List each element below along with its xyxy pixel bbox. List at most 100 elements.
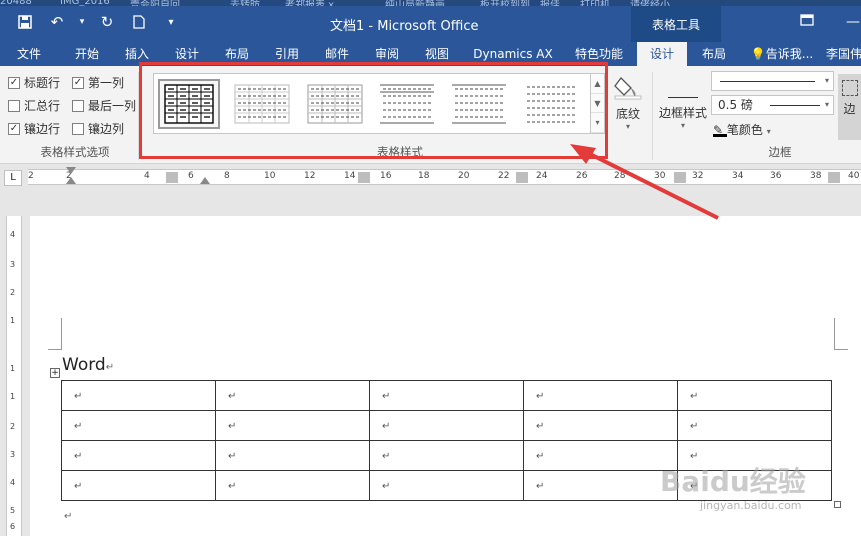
undo-icon[interactable]: ↶ <box>46 11 68 33</box>
tell-me-box[interactable]: 💡告诉我... <box>748 42 816 66</box>
tab-home[interactable]: 开始 <box>64 42 110 66</box>
table-cell[interactable]: ↵ <box>523 440 678 471</box>
banded-columns-check[interactable] <box>72 122 84 135</box>
table-style-plain-lines-2[interactable] <box>448 79 510 129</box>
crop-mark-right <box>834 318 848 350</box>
table-style-light-grid[interactable] <box>231 79 293 129</box>
save-icon[interactable] <box>14 11 36 33</box>
table-style-plain-lines[interactable] <box>376 79 438 129</box>
table-style-grid[interactable] <box>158 79 220 129</box>
table-cell[interactable]: ↵ <box>61 440 216 471</box>
tab-selector[interactable]: L <box>4 170 22 186</box>
ruler-tick-label: 1 <box>10 364 16 373</box>
ruler-tick-label: 4 <box>10 230 16 239</box>
table-cell[interactable]: ↵ <box>215 440 370 471</box>
table-cell[interactable]: ↵ <box>523 410 678 441</box>
shading-button[interactable]: 底纹 ▾ <box>611 72 645 136</box>
tab-table-design[interactable]: 设计 <box>637 42 687 66</box>
total-row-check[interactable] <box>8 99 20 112</box>
group-divider <box>652 72 653 160</box>
last-column-checkbox[interactable]: 最后一列 <box>72 97 136 114</box>
banded-columns-checkbox[interactable]: 镶边列 <box>72 120 124 137</box>
ruler-tick-label: 18 <box>418 171 430 181</box>
borders-group-label: 边框 <box>768 145 792 159</box>
ruler-tick-label: 30 <box>654 171 666 181</box>
table-styles-gallery[interactable]: ▲ ▼ ▾ <box>153 73 605 134</box>
first-column-checkbox[interactable]: ✓ 第一列 <box>72 74 124 91</box>
border-styles-dropdown-icon[interactable]: ▾ <box>656 121 710 130</box>
horizontal-ruler[interactable]: 2 2 4 6 8 10 12 14 16 18 20 22 24 26 28 30 32 34 36 38 40 <box>28 169 861 185</box>
ruler-tick-label: 4 <box>144 171 150 181</box>
scroll-down-icon[interactable]: ▼ <box>591 94 604 114</box>
hanging-indent-marker[interactable] <box>66 177 76 184</box>
header-row-checkbox[interactable]: ✓ 标题行 <box>8 74 60 91</box>
gallery-scrollbar[interactable]: ▲ ▼ ▾ <box>590 74 604 133</box>
total-row-checkbox[interactable]: 汇总行 <box>8 97 60 114</box>
ruler-area: L 2 2 4 6 8 10 12 14 16 18 20 22 24 26 28 30 32 34 36 38 40 <box>0 164 861 190</box>
minimize-icon[interactable]: — <box>846 14 860 30</box>
table-row: ↵ ↵ ↵ ↵ ↵ <box>61 410 832 441</box>
right-indent-marker[interactable] <box>200 177 210 184</box>
table-cell[interactable]: ↵ <box>523 470 678 501</box>
ribbon-display-options-icon[interactable] <box>800 14 814 30</box>
table-cell[interactable]: ↵ <box>61 410 216 441</box>
table-style-no-border[interactable] <box>520 79 582 129</box>
ruler-tick-label: 4 <box>10 478 16 487</box>
line-weight-dropdown[interactable]: 0.5 磅 ▾ <box>711 95 834 115</box>
table-cell[interactable]: ↵ <box>677 380 832 411</box>
banded-rows-check[interactable]: ✓ <box>8 122 20 135</box>
vertical-ruler[interactable]: 4 3 2 1 1 1 2 3 4 5 6 <box>6 216 22 536</box>
taskbar-label: 报佳 <box>540 0 560 6</box>
table-cell[interactable]: ↵ <box>677 410 832 441</box>
shading-dropdown-icon[interactable]: ▾ <box>611 122 645 131</box>
user-name[interactable]: 李国伟 <box>822 42 861 66</box>
line-style-dropdown[interactable]: ▾ <box>711 71 834 91</box>
ruler-tick-label: 2 <box>28 171 34 181</box>
ruler-tick-label: 36 <box>770 171 782 181</box>
new-document-icon[interactable] <box>128 11 150 33</box>
table-cell[interactable]: ↵ <box>369 440 524 471</box>
table-resize-handle-icon[interactable] <box>834 501 841 508</box>
redo-icon[interactable]: ↻ <box>96 11 118 33</box>
table-cell[interactable]: ↵ <box>215 380 370 411</box>
table-cell[interactable]: ↵ <box>369 470 524 501</box>
table-cell[interactable]: ↵ <box>369 410 524 441</box>
last-column-check[interactable] <box>72 99 84 112</box>
table-row: ↵ ↵ ↵ ↵ ↵ <box>61 380 832 411</box>
ruler-tick-label: 5 <box>10 506 16 515</box>
border-styles-button[interactable]: 边框样式 ▾ <box>656 78 710 130</box>
ruler-tick-label: 12 <box>304 171 316 181</box>
ruler-tick-label: 32 <box>692 171 704 181</box>
table-move-handle-icon[interactable]: + <box>50 368 60 378</box>
tab-table-layout[interactable]: 布局 <box>690 42 738 66</box>
table-tools-label: 表格工具 <box>631 6 721 42</box>
taskbar-strip: 20488 IMG_2016 壹会阳自回 去转昉 老郑报表.x 纯山局新静画 板开校到到 报佳… <box>0 0 861 6</box>
header-row-check[interactable]: ✓ <box>8 76 20 89</box>
customize-qat-icon[interactable]: ▾ <box>160 11 182 33</box>
crop-mark-left <box>48 318 62 350</box>
gallery-more-icon[interactable]: ▾ <box>591 113 604 133</box>
first-line-indent-marker[interactable] <box>66 167 76 174</box>
banded-rows-checkbox[interactable]: ✓ 镶边行 <box>8 120 60 137</box>
table-cell[interactable]: ↵ <box>61 380 216 411</box>
style-options-group-label: 表格样式选项 <box>40 145 110 159</box>
ruler-tick-label: 14 <box>344 171 356 181</box>
table-style-light-grid-2[interactable] <box>304 79 366 129</box>
ruler-tick-label: 34 <box>732 171 744 181</box>
pen-color-swatch <box>713 134 727 137</box>
table-cell[interactable]: ↵ <box>369 380 524 411</box>
borders-button[interactable]: 边 <box>838 74 861 140</box>
tab-file[interactable]: 文件 <box>6 42 52 66</box>
scroll-up-icon[interactable]: ▲ <box>591 74 604 94</box>
pen-color-dropdown-icon: ▾ <box>766 127 771 136</box>
table-cell[interactable]: ↵ <box>61 470 216 501</box>
taskbar-label: 板开校到到 <box>480 0 530 6</box>
first-column-check[interactable]: ✓ <box>72 76 84 89</box>
ruler-tick-label: 20 <box>458 171 470 181</box>
borders-icon <box>841 80 858 96</box>
table-cell[interactable]: ↵ <box>215 470 370 501</box>
ruler-gap-marker <box>516 172 528 183</box>
undo-dropdown-icon[interactable]: ▾ <box>78 11 86 33</box>
table-cell[interactable]: ↵ <box>215 410 370 441</box>
table-cell[interactable]: ↵ <box>523 380 678 411</box>
